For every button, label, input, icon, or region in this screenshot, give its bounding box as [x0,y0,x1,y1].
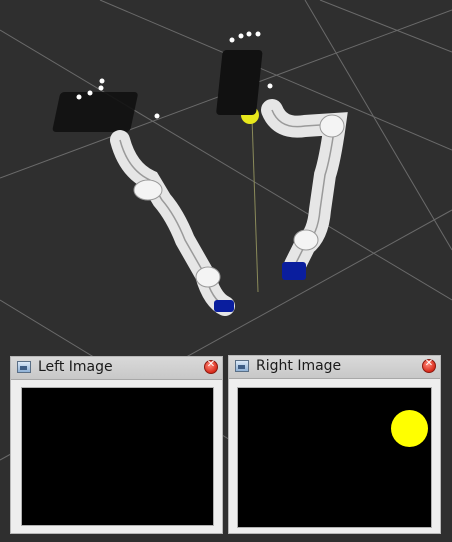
left-image-window[interactable]: Left Image ✕ [10,356,223,534]
right-image-view [237,387,432,528]
close-icon[interactable]: ✕ [422,358,436,373]
target-tether [251,117,259,293]
right-image-titlebar[interactable]: Right Image ✕ [229,356,440,379]
left-image-title: Left Image [38,359,113,375]
close-icon[interactable]: ✕ [204,359,218,374]
left-image-view [21,387,214,526]
left-image-titlebar[interactable]: Left Image ✕ [11,357,222,380]
right-robot-arm [216,31,348,280]
left-robot-arm [52,78,235,316]
detected-yellow-object [391,410,428,447]
image-icon [17,361,31,373]
right-image-title: Right Image [256,358,342,374]
right-image-window[interactable]: Right Image ✕ [228,355,441,534]
image-icon [235,360,249,372]
